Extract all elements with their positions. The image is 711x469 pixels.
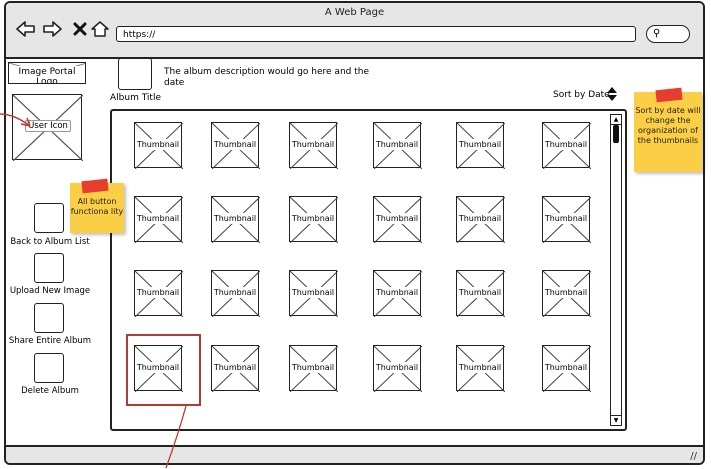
- thumbnail-tile[interactable]: Thumbnail: [456, 196, 505, 243]
- resize-handle-icon[interactable]: //: [690, 451, 697, 462]
- close-icon[interactable]: [70, 19, 90, 39]
- home-icon[interactable]: [90, 19, 110, 39]
- thumbnail-label: Thumbnail: [543, 362, 589, 373]
- thumbnail-tile[interactable]: Thumbnail: [211, 196, 260, 243]
- thumbnail-tile[interactable]: Thumbnail: [373, 345, 422, 392]
- thumbnail-label: Thumbnail: [543, 287, 589, 298]
- window-title: A Web Page: [324, 7, 385, 18]
- grid-scrollbar[interactable]: ▲ ▼: [610, 114, 622, 426]
- thumbnail-label: Thumbnail: [374, 362, 420, 373]
- status-bar: //: [6, 445, 703, 463]
- thumbnail-tile[interactable]: Thumbnail: [211, 122, 260, 169]
- scroll-up-icon[interactable]: ▲: [611, 115, 621, 125]
- thumbnail-label: Thumbnail: [290, 287, 336, 298]
- album-title: Album Title: [110, 93, 161, 103]
- thumbnail-label: Thumbnail: [374, 287, 420, 298]
- tape-strip: [655, 87, 683, 103]
- scroll-down-icon[interactable]: ▼: [611, 415, 621, 425]
- thumbnail-label: Thumbnail: [290, 362, 336, 373]
- logo-label: Image Portal Logo: [9, 66, 85, 83]
- thumbnail-tile[interactable]: Thumbnail: [542, 122, 591, 169]
- thumbnail-tile[interactable]: Thumbnail: [289, 122, 338, 169]
- thumbnail-label: Thumbnail: [290, 213, 336, 224]
- back-to-album-list-button[interactable]: [34, 203, 64, 233]
- sticky-note-buttons: All button functiona lity: [70, 178, 124, 233]
- sticky-note-sort: Sort by date will change the organizatio…: [634, 87, 702, 172]
- thumbnail-label: Thumbnail: [543, 213, 589, 224]
- thumbnail-label: Thumbnail: [457, 213, 503, 224]
- image-portal-logo: Image Portal Logo: [8, 62, 86, 84]
- url-input[interactable]: https://: [116, 26, 636, 42]
- delete-album-label: Delete Album: [21, 386, 79, 396]
- thumbnail-tile[interactable]: Thumbnail: [542, 270, 591, 317]
- thumbnail-tile[interactable]: Thumbnail: [289, 270, 338, 317]
- album-description: The album description would go here and …: [164, 67, 369, 88]
- thumbnail-label: Thumbnail: [374, 213, 420, 224]
- title-bar: A Web Page https:// ⚲: [6, 3, 703, 59]
- thumbnail-label: Thumbnail: [457, 287, 503, 298]
- search-input[interactable]: ⚲: [646, 25, 690, 43]
- thumbnail-tile[interactable]: Thumbnail: [542, 196, 591, 243]
- thumbnail-label: Thumbnail: [457, 139, 503, 150]
- sort-by-date-label[interactable]: Sort by Date: [553, 90, 610, 100]
- delete-album-button[interactable]: [34, 353, 64, 383]
- thumbnail-label: Thumbnail: [212, 139, 258, 150]
- selected-thumbnail-highlight: [126, 334, 201, 406]
- forward-arrow-icon[interactable]: [42, 19, 62, 39]
- thumbnail-tile[interactable]: Thumbnail: [211, 270, 260, 317]
- thumbnail-label: Thumbnail: [543, 139, 589, 150]
- thumbnail-tile[interactable]: Thumbnail: [211, 345, 260, 392]
- thumbnail-tile[interactable]: Thumbnail: [134, 196, 183, 243]
- thumbnail-label: Thumbnail: [212, 362, 258, 373]
- thumbnail-label: Thumbnail: [457, 362, 503, 373]
- thumbnail-label: Thumbnail: [212, 213, 258, 224]
- share-entire-album-label: Share Entire Album: [8, 336, 92, 346]
- thumbnail-tile[interactable]: Thumbnail: [134, 270, 183, 317]
- thumbnail-tile[interactable]: Thumbnail: [456, 345, 505, 392]
- upload-new-image-button[interactable]: [34, 253, 64, 283]
- thumbnail-label: Thumbnail: [135, 287, 181, 298]
- sort-toggle-icon[interactable]: [606, 86, 618, 102]
- thumbnail-tile[interactable]: Thumbnail: [373, 122, 422, 169]
- thumbnail-label: Thumbnail: [135, 213, 181, 224]
- thumbnail-label: Thumbnail: [212, 287, 258, 298]
- search-icon: ⚲: [653, 28, 661, 39]
- share-entire-album-button[interactable]: [34, 303, 64, 333]
- thumbnail-tile[interactable]: Thumbnail: [134, 122, 183, 169]
- sticky-note-buttons-text: All button functiona lity: [70, 197, 124, 216]
- back-arrow-icon[interactable]: [16, 19, 36, 39]
- thumbnail-tile[interactable]: Thumbnail: [456, 270, 505, 317]
- album-thumbnail: [118, 58, 152, 90]
- thumbnail-tile[interactable]: Thumbnail: [373, 270, 422, 317]
- thumbnail-tile[interactable]: Thumbnail: [289, 196, 338, 243]
- thumbnail-label: Thumbnail: [290, 139, 336, 150]
- thumbnail-tile[interactable]: Thumbnail: [373, 196, 422, 243]
- user-pointer-arrow-icon: [0, 113, 31, 127]
- thumbnail-tile[interactable]: Thumbnail: [456, 122, 505, 169]
- thumbnail-label: Thumbnail: [374, 139, 420, 150]
- scroll-thumb[interactable]: [613, 125, 619, 143]
- tape-strip: [81, 178, 109, 194]
- sticky-note-sort-text: Sort by date will change the organizatio…: [635, 106, 701, 145]
- upload-new-image-label: Upload New Image: [9, 286, 91, 296]
- highlight-pointer-line: [165, 405, 187, 469]
- back-to-album-list-label: Back to Album List: [10, 237, 90, 247]
- thumbnail-label: Thumbnail: [135, 139, 181, 150]
- thumbnail-tile[interactable]: Thumbnail: [289, 345, 338, 392]
- thumbnail-tile[interactable]: Thumbnail: [542, 345, 591, 392]
